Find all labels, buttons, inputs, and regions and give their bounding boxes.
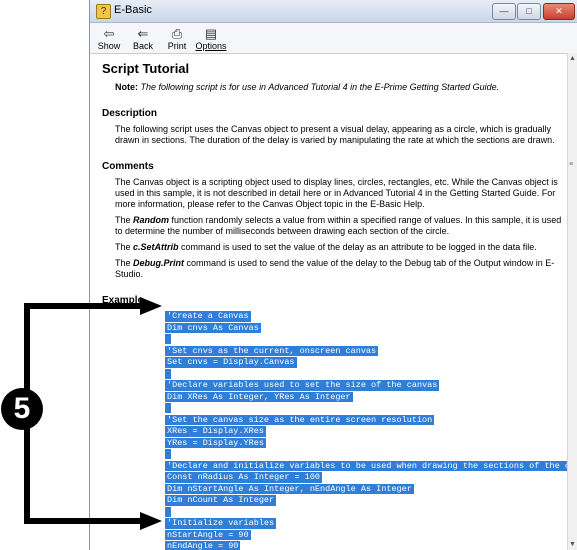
code-line: 'Create a Canvas [165,311,568,322]
help-app-icon: ? [96,4,111,19]
back-arrow-icon: ⇐ [137,26,149,41]
window-title: E-Basic [114,4,152,16]
annotation-arrow-lower-head [140,512,162,530]
code-line: Set cnvs = Display.Canvas [165,357,568,368]
note-label: Note: [115,82,138,92]
code-line: Const nRadius As Integer = 100 [165,472,568,483]
print-label: Print [167,41,187,51]
code-line-text: Dim XRes As Integer, YRes As Integer [165,391,353,402]
comments-heading: Comments [102,161,154,172]
code-line-text: 'Declare and initialize variables to be … [165,460,568,471]
code-line: nStartAngle = 90 [165,529,568,540]
code-example[interactable]: 'Create a Canvas Dim cnvs As Canvas 'Set c… [165,311,568,550]
code-line: 'Initialize variables [165,518,568,529]
example-heading: Example [102,295,144,306]
code-line: Dim nCount As Integer [165,495,568,506]
code-line-text [165,506,171,517]
code-line [165,403,568,414]
scroll-down-icon[interactable]: ▼ [569,541,576,548]
annotation-bracket-lower [24,428,30,524]
keyword-random: Random [133,215,170,225]
code-line-text: nEndAngle = 90 [165,541,241,550]
scroll-up-icon[interactable]: ▲ [569,55,576,62]
annotation-arrow-upper-shaft [24,303,142,309]
note-text: Note: The following script is for use in… [115,82,568,92]
code-line: 'Declare and initialize variables to be … [165,460,568,471]
page-title: Script Tutorial [102,61,190,76]
code-line-text [165,449,171,459]
back-button[interactable]: ⇐ Back [126,26,160,53]
maximize-button[interactable]: □ [517,3,541,20]
code-line-text: XRes = Display.XRes [165,426,266,437]
show-icon: ⇦ [103,26,115,41]
annotation-arrow-lower-shaft [24,518,142,524]
code-line-text: 'Create a Canvas [165,311,251,322]
code-line-text: 'Initialize variables [165,518,277,529]
annotation-bracket-upper [24,303,30,393]
toolbar: ⇦ Show ⇐ Back ⎙ Print ▤ Options [90,23,577,54]
code-line-text: 'Set cnvs as the current, onscreen canva… [165,345,379,356]
print-button[interactable]: ⎙ Print [160,26,194,53]
code-line-text [165,403,171,413]
code-line-text: Set cnvs = Display.Canvas [165,357,297,368]
options-label: Options [195,41,227,51]
annotation-arrow-upper-head [140,297,162,315]
code-line [165,449,568,460]
code-line-text: 'Declare variables used to set the size … [165,380,440,391]
options-button[interactable]: ▤ Options [194,26,228,53]
close-button[interactable]: ✕ [543,3,575,20]
note-body: The following script is for use in Advan… [140,82,500,92]
scroll-thumb-grip-icon[interactable]: ≡ [569,161,573,168]
show-button[interactable]: ⇦ Show [92,26,126,53]
code-line: Dim XRes As Integer, YRes As Integer [165,391,568,402]
show-label: Show [97,41,121,51]
keyword-debug-print: Debug.Print [133,258,185,268]
code-line: nEndAngle = 90 [165,541,568,550]
title-bar[interactable]: ? E-Basic — □ ✕ [90,0,577,23]
description-heading: Description [102,108,158,119]
code-line: 'Set cnvs as the current, onscreen canva… [165,345,568,356]
code-line: YRes = Display.YRes [165,437,568,448]
description-text: The following script uses the Canvas obj… [115,124,555,145]
keyword-setattrib: c.SetAttrib [133,242,179,252]
comments-paragraph-3: The c.SetAttrib command is used to set t… [115,242,537,252]
code-line-text [165,368,171,379]
comments-paragraph-4: The Debug.Print command is used to send … [115,258,555,279]
step-callout: 5 [1,388,43,430]
vertical-scrollbar[interactable]: ▲ ≡ ▼ [567,53,577,550]
code-line-text: Dim nStartAngle As Integer, nEndAngle As… [165,483,414,494]
code-line: Dim nStartAngle As Integer, nEndAngle As… [165,483,568,494]
code-line-text: Dim cnvs As Canvas [165,322,261,333]
back-label: Back [132,41,153,51]
code-line [165,368,568,380]
code-line: Dim cnvs As Canvas [165,322,568,333]
code-line [165,506,568,518]
minimize-button[interactable]: — [492,3,516,20]
code-line [165,334,568,345]
code-line-text: nStartAngle = 90 [165,529,251,540]
printer-icon: ⎙ [171,26,183,41]
comments-paragraph-1: The Canvas object is a scripting object … [115,177,558,209]
code-line-text: YRes = Display.YRes [165,437,266,448]
code-line: 'Set the canvas size as the entire scree… [165,414,568,425]
code-line: 'Declare variables used to set the size … [165,380,568,391]
code-line-text: Const nRadius As Integer = 100 [165,472,323,483]
code-line: XRes = Display.XRes [165,426,568,437]
help-window: ? E-Basic — □ ✕ ⇦ Show ⇐ Back ⎙ Print ▤ … [89,0,577,550]
code-line-text: 'Set the canvas size as the entire scree… [165,414,435,425]
code-line-text [165,334,171,344]
options-icon: ▤ [204,26,218,41]
comments-paragraph-2: The Random function randomly selects a v… [115,215,562,236]
code-line-text: Dim nCount As Integer [165,495,277,506]
